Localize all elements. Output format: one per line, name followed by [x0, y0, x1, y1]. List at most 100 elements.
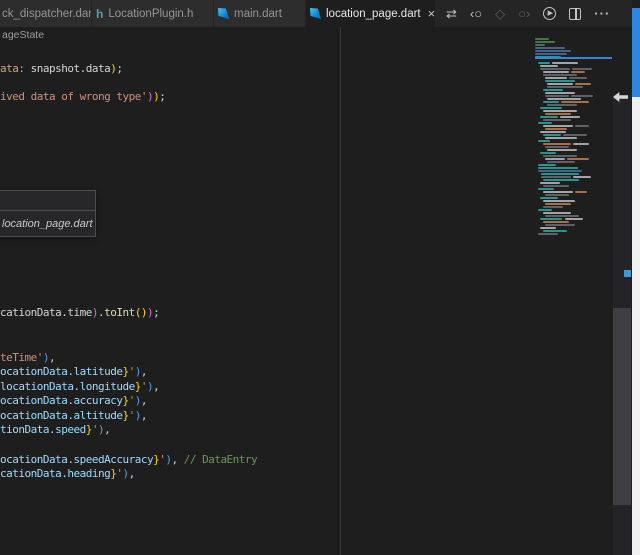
header-file-icon: h: [96, 7, 103, 21]
minimap-row: [535, 158, 612, 160]
minimap-row: [535, 80, 612, 82]
prev-diff-icon[interactable]: ◇: [495, 7, 505, 20]
minimap-row: [535, 83, 612, 85]
tab-ck-dispatcher[interactable]: ck_dispatcher.dart: [0, 0, 92, 27]
minimap-row: [535, 140, 612, 142]
minimap-row: [535, 179, 612, 181]
minimap-row: [535, 170, 612, 172]
tab-location-page[interactable]: location_page.dart ×: [306, 0, 436, 27]
minimap-row: [535, 113, 612, 115]
editor-actions: ⇄ ‹○ ◇ ○› ▶ ···: [446, 0, 610, 27]
minimap-row: [535, 149, 612, 151]
minimap-row: [535, 101, 612, 103]
minimap-row: [535, 161, 612, 163]
minimap-row: [535, 98, 612, 100]
code-line: ocationData.latitude}'),: [0, 365, 147, 378]
minimap[interactable]: [535, 38, 612, 238]
more-actions-icon[interactable]: ···: [594, 7, 610, 20]
minimap-row: [535, 224, 612, 226]
tooltip-upper-cell: [0, 191, 95, 211]
minimap-row: [535, 65, 612, 67]
minimap-row: [535, 218, 612, 220]
code-line: tionData.speed}'),: [0, 423, 110, 436]
minimap-row: [535, 110, 612, 112]
minimap-row: [535, 104, 612, 106]
minimap-row: [535, 107, 612, 109]
code-line: ocationData.speedAccuracy}'), // DataEnt…: [0, 453, 257, 466]
minimap-row: [535, 188, 612, 190]
minimap-row: [535, 74, 612, 76]
minimap-row: [535, 68, 612, 70]
split-editor-icon[interactable]: [569, 8, 581, 20]
minimap-row: [535, 116, 612, 118]
minimap-row: [535, 119, 612, 121]
tab-label: ck_dispatcher.dart: [2, 8, 92, 20]
minimap-row: [535, 122, 612, 124]
minimap-row: [535, 95, 612, 97]
minimap-row: [535, 92, 612, 94]
code-line: cationData.time).toInt());: [0, 306, 159, 319]
compare-changes-icon[interactable]: ⇄: [446, 7, 457, 20]
minimap-row: [535, 50, 612, 52]
minimap-row: [535, 38, 612, 40]
minimap-row: [535, 164, 612, 166]
minimap-row: [535, 206, 612, 208]
minimap-row: [535, 86, 612, 88]
code-line: locationData.longitude}'),: [0, 380, 159, 393]
tooltip-filename: location_page.dart: [2, 218, 93, 230]
minimap-row: [535, 230, 612, 232]
code-line: ata: snapshot.data);: [0, 62, 122, 75]
hover-tooltip: location_page.dart: [0, 190, 96, 237]
minimap-row: [535, 155, 612, 157]
minimap-row: [535, 128, 612, 130]
minimap-row: [535, 209, 612, 211]
minimap-row: [535, 131, 612, 133]
minimap-row: [535, 197, 612, 199]
minimap-row: [535, 47, 612, 49]
previous-change-icon[interactable]: ‹○: [470, 7, 482, 20]
minimap-row: [535, 200, 612, 202]
minimap-row: [535, 191, 612, 193]
code-line: cationData.heading}'),: [0, 467, 135, 480]
tooltip-filename-cell: location_page.dart: [0, 211, 95, 236]
minimap-row: [535, 215, 612, 217]
minimap-row: [535, 212, 612, 214]
minimap-row: [535, 221, 612, 223]
code-line: ived data of wrong type'));: [0, 90, 165, 103]
minimap-row: [535, 143, 612, 145]
next-diff-icon[interactable]: ○›: [518, 7, 530, 20]
dart-file-icon: [310, 8, 321, 19]
minimap-row: [535, 53, 612, 55]
minimap-row: [535, 71, 612, 73]
breadcrumb[interactable]: ageState: [2, 29, 44, 41]
dart-file-icon: [218, 8, 229, 19]
tab-main-dart[interactable]: main.dart: [214, 0, 306, 27]
minimap-row: [535, 125, 612, 127]
tab-label: LocationPlugin.h: [108, 8, 193, 20]
minimap-highlight-line: [535, 57, 612, 59]
tab-locationplugin[interactable]: h LocationPlugin.h: [92, 0, 214, 27]
minimap-row: [535, 185, 612, 187]
minimap-row: [535, 176, 612, 178]
tab-label: location_page.dart: [326, 8, 421, 20]
code-line: ocationData.altitude}'),: [0, 409, 147, 422]
minimap-row: [535, 134, 612, 136]
run-icon[interactable]: ▶: [543, 7, 556, 20]
scrollbar-thumb[interactable]: [613, 308, 631, 505]
minimap-row: [535, 203, 612, 205]
minimap-row: [535, 152, 612, 154]
minimap-row: [535, 173, 612, 175]
close-icon[interactable]: ×: [428, 7, 436, 20]
tab-label: main.dart: [234, 8, 282, 20]
minimap-row: [535, 44, 612, 46]
code-line: ocationData.accuracy}'),: [0, 394, 147, 407]
tab-bar: ck_dispatcher.dart h LocationPlugin.h ma…: [0, 0, 632, 27]
vscode-window: ck_dispatcher.dart h LocationPlugin.h ma…: [0, 0, 640, 555]
minimap-row: [535, 227, 612, 229]
minimap-row: [535, 194, 612, 196]
minimap-row: [535, 62, 612, 64]
minimap-row: [535, 89, 612, 91]
code-line: teTime'),: [0, 351, 55, 364]
background-window-blue: [632, 8, 640, 97]
minimap-row: [535, 167, 612, 169]
